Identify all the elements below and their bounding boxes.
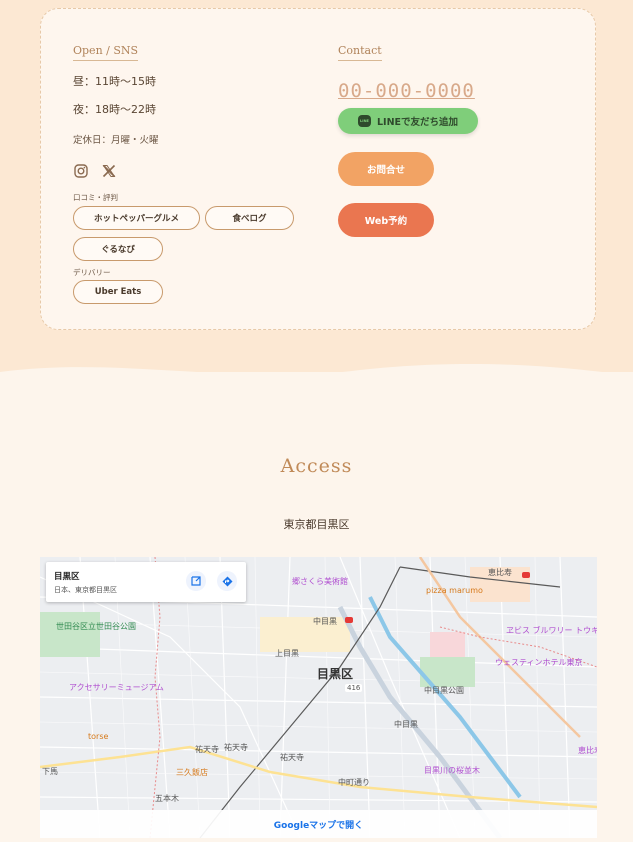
- sns-row: [73, 163, 117, 179]
- contact-heading: Contact: [338, 44, 382, 61]
- open-external-icon[interactable]: [186, 571, 206, 591]
- google-map-embed[interactable]: 目黒区 日本、東京都目黒区 世田谷区立世田谷公園 目黒区 中目黒 上目黒 祐天寺…: [40, 557, 597, 838]
- map-label-yutenji-station: 祐天寺: [195, 745, 219, 754]
- map-label-nakameguro-park: 中目黒公園: [424, 686, 464, 695]
- info-card: Open / SNS 昼：11時〜15時 夜：18時〜22時 定休日：月曜・火曜…: [40, 8, 596, 330]
- map-footer: Googleマップで開く: [40, 810, 597, 838]
- map-poi-westin[interactable]: ウェスティンホテル東京: [495, 657, 583, 668]
- wave-divider: [0, 363, 633, 392]
- map-info-card: 目黒区 日本、東京都目黒区: [46, 562, 246, 602]
- map-poi-sankyu[interactable]: 三久飯店: [176, 767, 208, 778]
- contact-button[interactable]: お問合せ: [338, 152, 434, 186]
- map-poi-museum[interactable]: 郷さくら美術館: [292, 576, 348, 587]
- x-twitter-icon[interactable]: [101, 163, 117, 179]
- map-poi-accessory[interactable]: アクセサリーミュージアム: [69, 682, 164, 693]
- line-button-label: LINEで友だち追加: [376, 117, 459, 128]
- phone-number-link[interactable]: 00-000-0000: [338, 80, 475, 102]
- lunch-hours: 昼：11時〜15時: [73, 75, 156, 88]
- map-card-subtitle: 日本、東京都目黒区: [54, 586, 117, 594]
- holiday-text: 定休日：月曜・火曜: [73, 135, 159, 146]
- open-sns-heading: Open / SNS: [73, 44, 139, 61]
- map-label-shimouma: 下馬: [42, 767, 58, 776]
- instagram-icon[interactable]: [73, 163, 89, 179]
- map-label-nakameguro2: 中目黒: [394, 720, 418, 729]
- map-poi-sakura-trees[interactable]: 目黒川の桜並木: [424, 765, 480, 776]
- map-poi-pizza[interactable]: pizza marumo: [426, 586, 483, 595]
- contact-column: Contact 00-000-0000 LINE LINEで友だち追加 お問合せ…: [338, 39, 578, 237]
- map-label-nakameguro: 中目黒: [313, 617, 337, 626]
- map-label-nakacho: 中町通り: [338, 778, 370, 787]
- map-label-yutenji-temple: 祐天寺: [280, 753, 304, 762]
- access-title: Access: [280, 455, 353, 477]
- map-label-meguro-ku: 目黒区: [317, 667, 354, 681]
- open-in-google-maps-link[interactable]: Googleマップで開く: [274, 818, 363, 831]
- line-add-friend-button[interactable]: LINE LINEで友だち追加: [338, 108, 478, 134]
- reviews-label: 口コミ・評判: [73, 193, 118, 202]
- dinner-hours: 夜：18時〜22時: [73, 103, 156, 116]
- map-label-setagaya-park: 世田谷区立世田谷公園: [56, 622, 136, 631]
- access-address: 東京都目黒区: [283, 518, 350, 531]
- directions-icon[interactable]: [217, 571, 237, 591]
- map-label-yutenji-area: 祐天寺: [224, 743, 248, 752]
- map-label-kamimeguro: 上目黒: [275, 649, 299, 658]
- web-reservation-button[interactable]: Web予約: [338, 203, 434, 237]
- map-label-gohongi: 五本木: [155, 794, 179, 803]
- line-icon: LINE: [357, 115, 371, 127]
- map-label-route-416: 416: [345, 684, 363, 692]
- map-label-ebisu: 恵比寿: [488, 568, 512, 577]
- delivery-label: デリバリー: [73, 268, 111, 277]
- map-card-title: 目黒区: [54, 572, 80, 582]
- map-poi-torse[interactable]: torse: [88, 732, 108, 741]
- delivery-link-ubereats[interactable]: Uber Eats: [73, 280, 163, 304]
- map-poi-ebisu-station[interactable]: 恵比寿: [578, 745, 597, 756]
- map-poi-yebisu[interactable]: ヱビス ブルワリー トウキョウ: [506, 625, 597, 636]
- review-link-tabelog[interactable]: 食べログ: [205, 206, 294, 230]
- line-icon-text: LINE: [360, 119, 369, 123]
- review-link-hotpepper[interactable]: ホットペッパーグルメ: [73, 206, 200, 230]
- open-sns-column: Open / SNS 昼：11時〜15時 夜：18時〜22時 定休日：月曜・火曜…: [73, 39, 313, 304]
- review-link-gurunavi[interactable]: ぐるなび: [73, 237, 163, 261]
